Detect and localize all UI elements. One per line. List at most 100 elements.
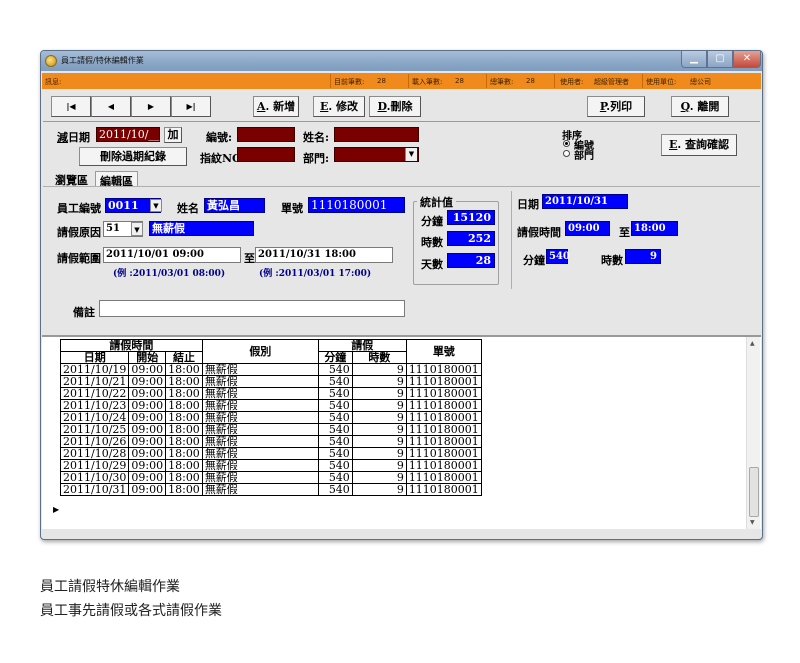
time-to-field[interactable]: 18:00 xyxy=(631,221,678,236)
edit-button[interactable]: E. 修改 xyxy=(313,96,365,117)
cell-type: 無薪假 xyxy=(201,483,319,496)
table-row[interactable]: 2011/10/25 09:00 18:00 無薪假 540 9 1110180001 xyxy=(59,423,482,436)
next-record-button[interactable]: ▶ xyxy=(131,96,171,117)
table-row[interactable]: 2011/10/30 09:00 18:00 無薪假 540 9 1110180001 xyxy=(59,471,482,484)
cell-end: 18:00 xyxy=(165,447,203,460)
scroll-up-icon[interactable]: ▲ xyxy=(750,340,755,347)
cell-start: 09:00 xyxy=(128,375,167,388)
dept-label: 部門: xyxy=(303,152,330,165)
range-from-input[interactable]: 2011/10/01 09:00 xyxy=(103,247,241,263)
loaded-count-value: 28 xyxy=(455,77,464,85)
cell-type: 無薪假 xyxy=(201,459,319,472)
cell-doc-no: 1110180001 xyxy=(405,363,482,376)
cell-type: 無薪假 xyxy=(201,423,319,436)
cell-doc-no: 1110180001 xyxy=(405,483,482,496)
cell-type: 無薪假 xyxy=(201,435,319,448)
table-row[interactable]: 2011/10/31 09:00 18:00 無薪假 540 9 1110180001 xyxy=(59,483,482,496)
sort-by-number-radio[interactable] xyxy=(563,140,570,147)
table-row[interactable]: 2011/10/21 09:00 18:00 無薪假 540 9 1110180001 xyxy=(59,375,482,388)
date-form-field[interactable]: 2011/10/31 xyxy=(542,194,628,209)
sort-by-dept-radio[interactable] xyxy=(563,150,570,157)
minimize-button[interactable]: ▁ xyxy=(681,51,707,68)
window-title: 員工請假/特休編輯作業 xyxy=(61,56,144,65)
time-from-field[interactable]: 09:00 xyxy=(565,221,610,236)
table-row[interactable]: 2011/10/28 09:00 18:00 無薪假 540 9 1110180001 xyxy=(59,447,482,460)
chevron-down-icon[interactable]: ▼ xyxy=(405,148,417,161)
unit-value: 總公司 xyxy=(690,78,711,86)
filter-date-input[interactable]: 2011/10/__ xyxy=(96,127,160,142)
chevron-down-icon[interactable]: ▼ xyxy=(131,222,143,236)
header-leave-time: 請假時間 xyxy=(60,339,203,352)
scroll-down-icon[interactable]: ▼ xyxy=(750,519,755,526)
date-form-label: 日期 xyxy=(517,198,539,211)
divider xyxy=(408,74,409,88)
doc-no-field[interactable]: 1110180001 xyxy=(308,197,405,213)
cell-start: 09:00 xyxy=(128,411,167,424)
status-info-bar: 訊息: 目前筆數: 28 載入筆數: 28 總筆數: 28 使用者: 超級管理者… xyxy=(42,73,761,89)
last-record-button[interactable]: ▶| xyxy=(171,96,211,117)
emp-no-filter-input[interactable] xyxy=(237,127,295,142)
cell-hours: 9 xyxy=(351,375,407,388)
edit-label: . 修改 xyxy=(328,100,359,113)
sort-by-dept-label: 部門 xyxy=(574,151,594,162)
query-confirm-button[interactable]: E. 查詢確認 xyxy=(661,134,737,156)
table-row[interactable]: 2011/10/26 09:00 18:00 無薪假 540 9 1110180001 xyxy=(59,435,482,448)
reason-name-field[interactable]: 無薪假 xyxy=(149,221,254,236)
minutes-total: 15120 xyxy=(447,210,495,225)
title-bar[interactable]: 員工請假/特休編輯作業 ▁ ▢ ✕ xyxy=(41,51,762,71)
current-count-value: 28 xyxy=(377,77,386,85)
exit-button[interactable]: Q. 離開 xyxy=(671,96,729,117)
table-row[interactable]: 2011/10/22 09:00 18:00 無薪假 540 9 1110180001 xyxy=(59,387,482,400)
table-row[interactable]: 2011/10/24 09:00 18:00 無薪假 540 9 1110180001 xyxy=(59,411,482,424)
tab-edit[interactable]: 編輯區 xyxy=(95,171,138,188)
cell-end: 18:00 xyxy=(165,411,203,424)
cell-date: 2011/10/30 xyxy=(59,471,130,484)
cell-minutes: 540 xyxy=(317,411,353,424)
maximize-button[interactable]: ▢ xyxy=(707,51,733,68)
table-row[interactable]: 2011/10/23 09:00 18:00 無薪假 540 9 1110180001 xyxy=(59,399,482,412)
minus-key[interactable]: 減 xyxy=(57,131,68,144)
user-value: 超級管理者 xyxy=(594,78,629,86)
chevron-down-icon[interactable]: ▼ xyxy=(150,199,162,212)
print-button[interactable]: P.列印 xyxy=(587,96,645,117)
right-minutes-label: 分鐘 xyxy=(523,254,545,267)
tab-browse[interactable]: 瀏覽區 xyxy=(51,171,92,187)
cell-type: 無薪假 xyxy=(201,399,319,412)
scroll-thumb[interactable] xyxy=(749,467,759,517)
delete-expired-button[interactable]: 刪除過期紀錄 xyxy=(79,147,187,166)
reason-label: 請假原因 xyxy=(57,226,101,239)
prev-record-button[interactable]: ◀ xyxy=(91,96,131,117)
table-row[interactable]: 2011/10/29 09:00 18:00 無薪假 540 9 1110180001 xyxy=(59,459,482,472)
cell-start: 09:00 xyxy=(128,483,167,496)
divider xyxy=(43,121,760,122)
add-button[interactable]: A. 新增 xyxy=(253,96,299,117)
delete-button[interactable]: D.刪除 xyxy=(369,96,421,117)
fingerprint-filter-input[interactable] xyxy=(237,147,295,162)
range-to-input[interactable]: 2011/10/31 18:00 xyxy=(255,247,393,263)
caption-line-1: 員工請假特休編輯作業 xyxy=(40,579,180,595)
vertical-scrollbar[interactable]: ▲ ▼ xyxy=(746,337,760,529)
cell-doc-no: 1110180001 xyxy=(405,447,482,460)
records-table: 請假時間 假別 請假 單號 日期 開始 結止 分鐘 時數 2011/10/19 0… xyxy=(59,339,482,496)
name-filter-input[interactable] xyxy=(334,127,419,142)
total-count-value: 28 xyxy=(526,77,535,85)
dept-filter-select[interactable]: ▼ xyxy=(334,147,419,162)
name-field[interactable]: 黃弘昌 xyxy=(204,198,265,213)
leave-records-grid[interactable]: 請假時間 假別 請假 單號 日期 開始 結止 分鐘 時數 2011/10/19 0… xyxy=(42,335,761,529)
app-window: 員工請假/特休編輯作業 ▁ ▢ ✕ 訊息: 目前筆數: 28 載入筆數: 28 … xyxy=(40,50,763,540)
cell-minutes: 540 xyxy=(317,375,353,388)
cell-doc-no: 1110180001 xyxy=(405,435,482,448)
note-input[interactable] xyxy=(99,300,405,317)
minutes-label: 分鐘 xyxy=(421,215,443,228)
close-button[interactable]: ✕ xyxy=(733,51,761,68)
divider xyxy=(486,74,487,88)
divider xyxy=(511,191,512,289)
add-date-button[interactable]: 加 xyxy=(164,127,182,143)
cell-end: 18:00 xyxy=(165,375,203,388)
cell-date: 2011/10/23 xyxy=(59,399,130,412)
table-row[interactable]: 2011/10/19 09:00 18:00 無薪假 540 9 1110180001 xyxy=(59,363,482,376)
first-record-button[interactable]: |◀ xyxy=(51,96,91,117)
range-from-example: (例 :2011/03/01 08:00) xyxy=(113,269,226,279)
cell-hours: 9 xyxy=(351,471,407,484)
header-start: 開始 xyxy=(128,351,167,364)
